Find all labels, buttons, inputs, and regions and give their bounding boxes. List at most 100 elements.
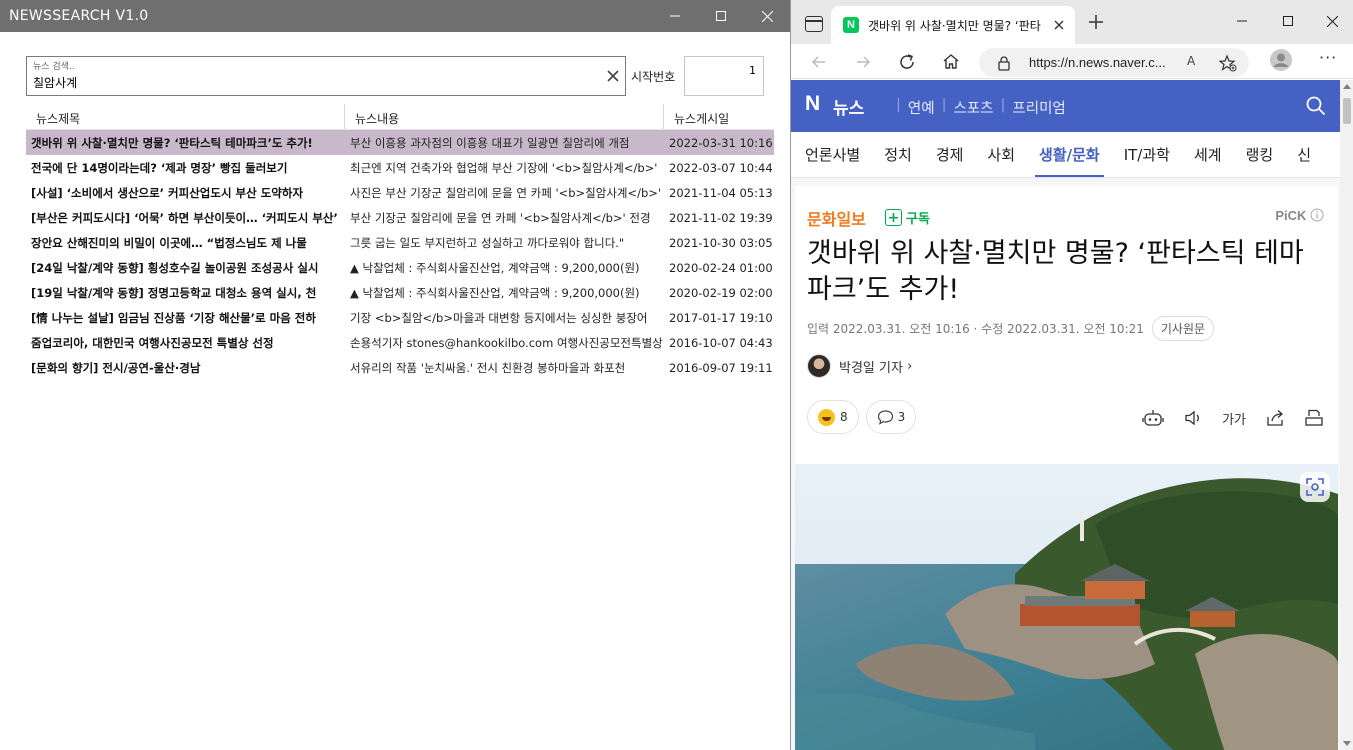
- press-name[interactable]: 문화일보: [807, 206, 866, 230]
- tab-close-icon[interactable]: [1051, 17, 1067, 33]
- input-date: 입력 2022.03.31. 오전 10:16: [807, 322, 970, 336]
- home-icon[interactable]: [941, 52, 961, 72]
- cell-title: [부산은 커피도시다] ‘어묵’ 하면 부산이듯이… ‘커피도시 부산’: [31, 210, 338, 225]
- cell-date: 2022-03-07 10:44: [669, 160, 773, 175]
- menu-separator: |: [896, 97, 901, 113]
- table-row[interactable]: [부산은 커피도시다] ‘어묵’ 하면 부산이듯이… ‘커피도시 부산’ 부산 기…: [26, 205, 774, 230]
- article-photo[interactable]: [795, 464, 1338, 750]
- close-button[interactable]: [744, 0, 790, 32]
- cell-content: 기장 <b>칠암</b>마을과 대변항 등지에서는 싱싱한 붕장어: [350, 310, 648, 325]
- start-number-input[interactable]: 1: [684, 56, 764, 96]
- search-icon[interactable]: [1306, 96, 1326, 116]
- naver-menu: | 연예 | 스포츠 | 프리미엄: [889, 97, 1066, 118]
- menu-item-sports[interactable]: 스포츠: [953, 97, 993, 118]
- reaction-button[interactable]: 8: [807, 400, 859, 434]
- pick-label: PiCK: [1275, 208, 1307, 223]
- forward-icon[interactable]: [853, 52, 873, 72]
- naver-news-title[interactable]: 뉴스: [833, 94, 864, 119]
- naver-favicon-icon: N: [843, 17, 859, 33]
- tab-actions-icon[interactable]: [805, 16, 823, 32]
- table-row[interactable]: [24일 낙찰/계약 동향] 횡성호수길 놀이공원 조성공사 실시 ▲ 낙찰업체 …: [26, 255, 774, 280]
- section-tab[interactable]: 신: [1297, 132, 1311, 177]
- table-row[interactable]: [19일 낙찰/계약 동향] 정명고등학교 대청소 용역 실시, 천 ▲ 낙찰업체…: [26, 280, 774, 305]
- original-article-button[interactable]: 기사원문: [1151, 316, 1215, 341]
- new-tab-icon[interactable]: [1087, 13, 1105, 31]
- cell-title: 줌업코리아, 대한민국 여행사진공모전 특별상 선정: [31, 335, 274, 350]
- date-separator: ·: [969, 321, 982, 336]
- comment-button[interactable]: 3: [865, 400, 917, 434]
- cell-title: [문화의 향기] 전시/공연-울산·경남: [31, 360, 201, 375]
- scroll-down-icon[interactable]: [1343, 741, 1351, 746]
- section-tab[interactable]: IT/과학: [1124, 132, 1170, 177]
- table-row[interactable]: [문화의 향기] 전시/공연-울산·경남 서유리의 작품 '눈치싸움.' 전시 친…: [26, 355, 774, 380]
- cell-date: 2021-10-30 03:05: [669, 235, 773, 250]
- cell-content: 서유리의 작품 '눈치싸움.' 전시 친환경 봉하마을과 화포천: [350, 360, 626, 375]
- section-tab[interactable]: 사회: [987, 132, 1015, 177]
- section-tab[interactable]: 생활/문화: [1035, 132, 1104, 177]
- reaction-count: 8: [840, 410, 848, 424]
- temple-coast-image: [795, 464, 1338, 750]
- minimize-icon: [670, 15, 680, 17]
- browser-minimize-button[interactable]: [1219, 5, 1265, 37]
- section-tab[interactable]: 랭킹: [1246, 132, 1274, 177]
- pick-badge: PiCK: [1275, 208, 1324, 223]
- minimize-button[interactable]: [652, 0, 698, 32]
- cell-title: [19일 낙찰/계약 동향] 정명고등학교 대청소 용역 실시, 천: [31, 285, 317, 300]
- cell-title: [24일 낙찰/계약 동향] 횡성호수길 놀이공원 조성공사 실시: [31, 260, 319, 275]
- refresh-icon[interactable]: [897, 52, 917, 72]
- section-tab[interactable]: 정치: [884, 132, 912, 177]
- clear-icon[interactable]: [605, 68, 621, 84]
- robot-summary-icon[interactable]: [1142, 408, 1164, 428]
- back-icon[interactable]: [809, 52, 829, 72]
- menu-item-premium[interactable]: 프리미엄: [1012, 97, 1065, 118]
- maximize-button[interactable]: [698, 0, 744, 32]
- cell-content: 사진은 부산 기장군 칠암리에 문을 연 카페 '<b>칠암사계</b>': [350, 185, 662, 200]
- modify-date: 수정 2022.03.31. 오전 10:21: [981, 322, 1144, 336]
- print-icon[interactable]: [1304, 408, 1324, 428]
- more-menu-icon[interactable]: ···: [1319, 48, 1337, 67]
- search-input[interactable]: [33, 75, 603, 89]
- read-aloud-icon[interactable]: A: [1187, 54, 1195, 68]
- column-header-content[interactable]: 뉴스내용: [345, 104, 664, 129]
- browser-tab[interactable]: N 갯바위 위 사찰·멸치만 명물? ‘판타: [831, 6, 1075, 44]
- browser-close-button[interactable]: [1309, 5, 1353, 37]
- lock-icon[interactable]: [997, 55, 1011, 71]
- news-search-box[interactable]: 뉴스 검색..: [26, 56, 626, 96]
- table-row[interactable]: 줌업코리아, 대한민국 여행사진공모전 특별상 선정 손용석기자 stones@h…: [26, 330, 774, 355]
- column-header-title[interactable]: 뉴스제목: [26, 104, 345, 129]
- close-icon: [1326, 15, 1338, 27]
- reporter-link[interactable]: 박경일 기자 ›: [807, 354, 912, 378]
- start-number-label: 시작번호: [631, 70, 676, 84]
- naver-logo[interactable]: N: [805, 92, 820, 116]
- newssearch-window: NEWSSEARCH V1.0 뉴스 검색.. 시작번호 1 뉴스제목 뉴스내용: [0, 0, 790, 750]
- table-row[interactable]: 전국에 단 14명이라는데? ‘제과 명장’ 빵집 둘러보기 최근엔 지역 건축가…: [26, 155, 774, 180]
- font-size-button[interactable]: 가가: [1222, 408, 1246, 428]
- table-row[interactable]: [情 나누는 설날] 임금님 진상품 ‘기장 해산물’로 마음 전하 기장 <b>…: [26, 305, 774, 330]
- news-grid: 뉴스제목 뉴스내용 뉴스게시일 갯바위 위 사찰·멸치만 명물? ‘판타스틱 테…: [26, 104, 774, 380]
- section-tab[interactable]: 세계: [1194, 132, 1222, 177]
- scroll-thumb[interactable]: [1343, 98, 1351, 124]
- comment-count: 3: [897, 410, 906, 424]
- page-scrollbar[interactable]: [1340, 80, 1353, 750]
- profile-icon[interactable]: [1270, 49, 1292, 71]
- address-bar: https://n.news.naver.c... A: [791, 44, 1353, 79]
- section-tab[interactable]: 경제: [936, 132, 964, 177]
- tab-title: 갯바위 위 사찰·멸치만 명물? ‘판타: [868, 18, 1041, 33]
- menu-item-entertainment[interactable]: 연예: [908, 97, 935, 118]
- article-headline: 갯바위 위 사찰·멸치만 명물? ‘판타스틱 테마파크’도 추가!: [807, 238, 1304, 305]
- share-icon[interactable]: [1265, 408, 1285, 428]
- subscribe-button[interactable]: + 구독: [885, 208, 930, 227]
- url-field[interactable]: https://n.news.naver.c... A: [979, 48, 1249, 77]
- speaker-icon[interactable]: [1183, 408, 1203, 428]
- browser-maximize-button[interactable]: [1265, 5, 1311, 37]
- table-row[interactable]: 장안요 산해진미의 비밀이 이곳에… “법정스님도 제 나물 그릇 굽는 일도 부…: [26, 230, 774, 255]
- section-tab[interactable]: 언론사별: [805, 132, 860, 177]
- cell-date: 2016-09-07 19:11: [669, 360, 773, 375]
- table-row[interactable]: 갯바위 위 사찰·멸치만 명물? ‘판타스틱 테마파크’도 추가! 부산 이흥용 …: [26, 130, 774, 155]
- scroll-up-icon[interactable]: [1343, 84, 1351, 89]
- table-row[interactable]: [사설] ‘소비에서 생산으로’ 커피산업도시 부산 도약하자 사진은 부산 기장…: [26, 180, 774, 205]
- zoom-image-button[interactable]: [1300, 472, 1330, 502]
- favorites-icon[interactable]: [1219, 54, 1237, 72]
- info-icon[interactable]: [1310, 208, 1324, 222]
- column-header-date[interactable]: 뉴스게시일: [664, 104, 774, 129]
